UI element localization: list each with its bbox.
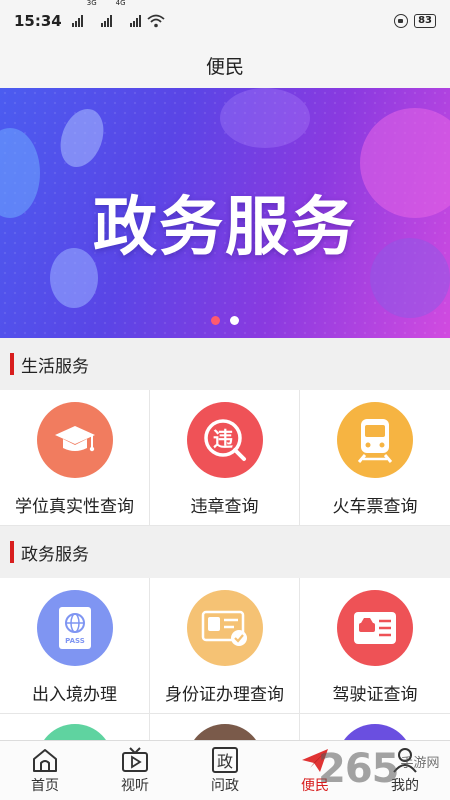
- section-header-government: 政务服务: [0, 526, 450, 578]
- service-icon-partial: [337, 724, 413, 740]
- nav-politics[interactable]: 政 问政: [180, 741, 270, 800]
- banner-title: 政务服务: [93, 191, 357, 265]
- service-partial[interactable]: [150, 714, 300, 740]
- service-label: 身份证办理查询: [165, 685, 284, 705]
- section-title: 政务服务: [21, 544, 89, 565]
- status-bar: 15:34 3G 4G 83: [0, 0, 450, 42]
- service-label: 出入境办理: [32, 685, 117, 705]
- sim1-label: 3G: [86, 0, 97, 7]
- tv-icon: [122, 747, 148, 772]
- signal-icon: [100, 15, 112, 27]
- politics-glyph: 政: [217, 752, 233, 771]
- train-icon: [337, 402, 413, 478]
- service-icon-partial: [186, 724, 263, 740]
- signal-icon: [71, 15, 83, 27]
- watermark: 265 手游网: [318, 742, 440, 796]
- section-accent-bar: [10, 541, 14, 563]
- traffic-violation-icon: 违: [186, 402, 263, 478]
- service-label: 火车票查询: [332, 497, 418, 517]
- section-accent-bar: [10, 353, 14, 375]
- service-exit-entry[interactable]: PASS 出入境办理: [0, 578, 150, 713]
- driver-license-icon: [337, 590, 413, 666]
- section-header-life: 生活服务: [0, 338, 450, 390]
- carousel-indicator[interactable]: [230, 316, 239, 325]
- passport-icon: PASS: [36, 590, 113, 666]
- service-label: 学位真实性查询: [15, 497, 134, 517]
- rotation-lock-icon: [394, 14, 409, 28]
- watermark-number: 265: [318, 746, 399, 792]
- home-icon: [33, 749, 57, 772]
- nav-label: 首页: [31, 778, 59, 794]
- id-card-icon: [186, 590, 263, 666]
- service-icon-partial: [36, 724, 113, 740]
- politics-icon: 政: [212, 747, 238, 773]
- banner-decoration: [220, 88, 310, 148]
- service-traffic-violation[interactable]: 违 违章查询: [150, 390, 300, 525]
- partial-services-row: [0, 714, 450, 740]
- service-label: 驾驶证查询: [332, 685, 418, 705]
- nav-label: 视听: [121, 778, 149, 794]
- life-services-grid: 学位真实性查询 违 违章查询 火车票查询: [0, 390, 450, 526]
- svg-text:PASS: PASS: [65, 637, 85, 645]
- service-train-ticket[interactable]: 火车票查询: [300, 390, 450, 525]
- battery-icon: 83: [414, 14, 436, 28]
- signal-icon: [129, 15, 141, 27]
- banner-carousel[interactable]: 政务服务: [0, 88, 450, 338]
- service-degree-verification[interactable]: 学位真实性查询: [0, 390, 150, 525]
- government-services-grid: PASS 出入境办理 身份证办理查询 驾驶证查询: [0, 578, 450, 714]
- service-driver-license[interactable]: 驾驶证查询: [300, 578, 450, 713]
- nav-home[interactable]: 首页: [0, 741, 90, 800]
- wifi-icon: [146, 14, 165, 28]
- status-time: 15:34: [14, 12, 62, 30]
- carousel-indicator-active[interactable]: [211, 316, 220, 325]
- service-partial[interactable]: [0, 714, 150, 740]
- title-bar: 便民: [0, 42, 450, 88]
- graduation-cap-icon: [36, 402, 113, 478]
- service-partial[interactable]: [300, 714, 450, 740]
- watermark-text: 手游网: [400, 756, 440, 771]
- sim2-label: 4G: [115, 0, 126, 7]
- service-id-card[interactable]: 身份证办理查询: [150, 578, 300, 713]
- section-title: 生活服务: [21, 356, 89, 377]
- page-title: 便民: [205, 55, 244, 78]
- svg-text:违: 违: [213, 427, 233, 451]
- nav-label: 问政: [211, 778, 239, 794]
- service-label: 违章查询: [190, 497, 259, 517]
- status-right: 83: [394, 14, 436, 28]
- nav-audiovisual[interactable]: 视听: [90, 741, 180, 800]
